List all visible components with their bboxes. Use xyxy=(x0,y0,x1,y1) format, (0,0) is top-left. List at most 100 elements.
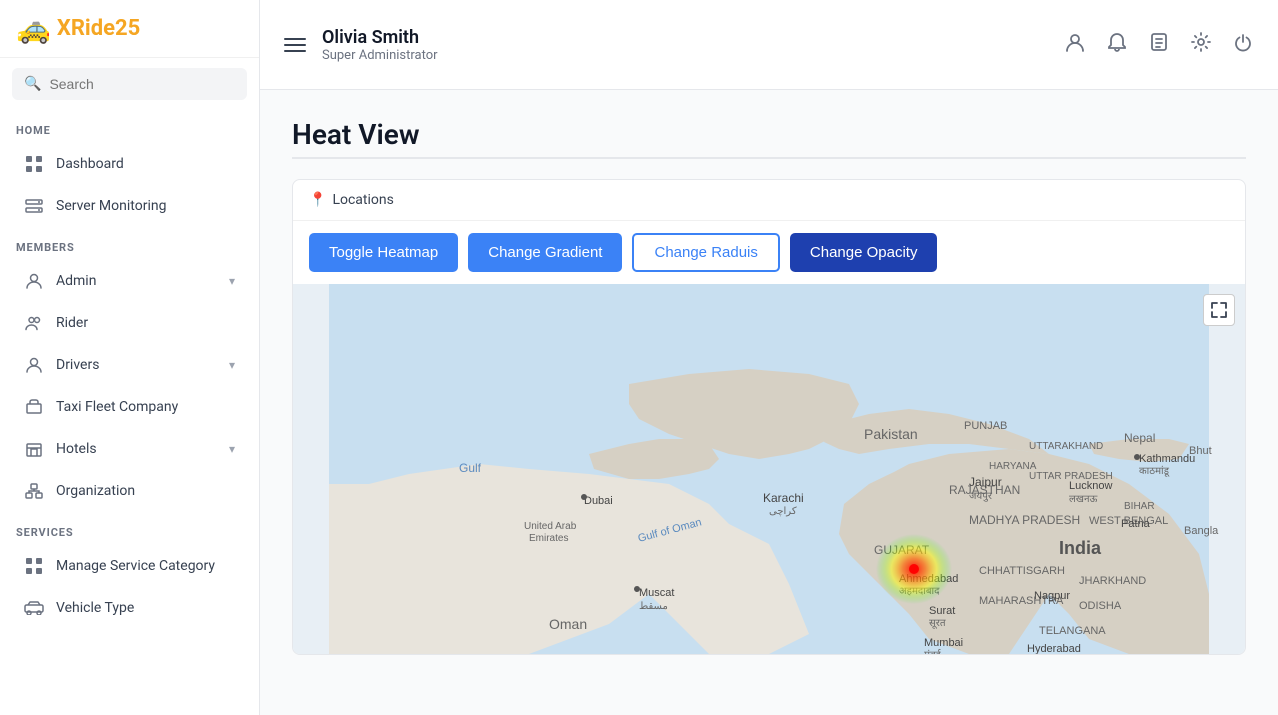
map-view: India MADHYA PRADESH CHHATTISGARH WEST B… xyxy=(293,284,1245,654)
sidebar-item-organization-label: Organization xyxy=(56,483,235,499)
svg-text:United Arab: United Arab xyxy=(524,521,577,532)
page-title-divider xyxy=(292,157,1246,159)
sidebar-item-drivers[interactable]: Drivers ▾ xyxy=(8,345,251,385)
svg-text:UTTARAKHAND: UTTARAKHAND xyxy=(1029,441,1103,452)
map-header: 📍 Locations xyxy=(293,180,1245,221)
svg-text:Oman: Oman xyxy=(549,616,587,632)
svg-text:ODISHA: ODISHA xyxy=(1079,600,1122,612)
organization-icon xyxy=(24,481,44,501)
page-title: Heat View xyxy=(292,118,1246,151)
search-input[interactable] xyxy=(49,76,235,92)
menu-line-1 xyxy=(284,38,306,40)
sidebar-item-hotels-label: Hotels xyxy=(56,441,217,457)
menu-button[interactable] xyxy=(284,38,306,52)
svg-text:लखनऊ: लखनऊ xyxy=(1069,494,1098,505)
map-container: 📍 Locations Toggle Heatmap Change Gradie… xyxy=(292,179,1246,655)
svg-text:Emirates: Emirates xyxy=(529,533,568,544)
fullscreen-button[interactable] xyxy=(1203,294,1235,326)
sidebar-item-drivers-label: Drivers xyxy=(56,357,217,373)
drivers-chevron-icon: ▾ xyxy=(229,358,235,372)
logo-icon: 🚕 xyxy=(16,12,51,45)
sidebar-item-hotels[interactable]: Hotels ▾ xyxy=(8,429,251,469)
svg-text:Karachi: Karachi xyxy=(763,491,804,505)
logo-text-accent: 25 xyxy=(115,16,140,41)
svg-text:Hyderabad: Hyderabad xyxy=(1027,643,1081,654)
svg-text:کراچی: کراچی xyxy=(769,506,797,517)
svg-text:Gulf: Gulf xyxy=(459,461,482,475)
logo-area: 🚕 XRide25 xyxy=(0,0,259,58)
sidebar-item-manage-service-label: Manage Service Category xyxy=(56,558,235,574)
svg-text:CHHATTISGARH: CHHATTISGARH xyxy=(979,565,1065,577)
svg-text:Nepal: Nepal xyxy=(1124,431,1155,445)
section-members-label: MEMBERS xyxy=(0,227,259,260)
sidebar-item-taxi-fleet-label: Taxi Fleet Company xyxy=(56,399,235,415)
sidebar-item-taxi-fleet[interactable]: Taxi Fleet Company xyxy=(8,387,251,427)
svg-text:Patna: Patna xyxy=(1121,518,1151,530)
svg-text:सूरत: सूरत xyxy=(929,618,946,629)
svg-text:काठमांडू: काठमांडू xyxy=(1139,465,1170,477)
taxi-fleet-icon xyxy=(24,397,44,417)
locations-label: Locations xyxy=(332,192,393,208)
header-actions xyxy=(1064,31,1254,58)
map-svg: India MADHYA PRADESH CHHATTISGARH WEST B… xyxy=(293,284,1245,654)
toggle-heatmap-button[interactable]: Toggle Heatmap xyxy=(309,233,458,272)
manage-service-icon xyxy=(24,556,44,576)
hotels-icon xyxy=(24,439,44,459)
svg-text:PUNJAB: PUNJAB xyxy=(964,420,1007,432)
admin-chevron-icon: ▾ xyxy=(229,274,235,288)
header-user-info: Olivia Smith Super Administrator xyxy=(322,27,1064,63)
sidebar-item-vehicle-type-label: Vehicle Type xyxy=(56,600,235,616)
logo-text: XRide25 xyxy=(57,16,140,41)
svg-text:TELANGANA: TELANGANA xyxy=(1039,625,1106,637)
svg-text:BIHAR: BIHAR xyxy=(1124,501,1155,512)
header: Olivia Smith Super Administrator xyxy=(260,0,1278,90)
sidebar-item-dashboard[interactable]: Dashboard xyxy=(8,144,251,184)
sidebar-item-dashboard-label: Dashboard xyxy=(56,156,235,172)
search-bar[interactable]: 🔍 xyxy=(12,68,247,100)
sidebar-item-server-monitoring-label: Server Monitoring xyxy=(56,198,235,214)
svg-text:Muscat: Muscat xyxy=(639,587,674,599)
change-radius-button[interactable]: Change Raduis xyxy=(632,233,779,272)
svg-text:مسقط: مسقط xyxy=(639,601,668,612)
menu-line-3 xyxy=(284,50,306,52)
section-services-label: SERVICES xyxy=(0,512,259,545)
sidebar-item-server-monitoring[interactable]: Server Monitoring xyxy=(8,186,251,226)
sidebar-item-rider-label: Rider xyxy=(56,315,235,331)
vehicle-type-icon xyxy=(24,598,44,618)
sidebar-item-rider[interactable]: Rider xyxy=(8,303,251,343)
page-content: Heat View 📍 Locations Toggle Heatmap Cha… xyxy=(260,90,1278,715)
svg-text:Kathmandu: Kathmandu xyxy=(1139,453,1195,465)
user-name: Olivia Smith xyxy=(322,27,1064,48)
svg-text:Mumbai: Mumbai xyxy=(924,637,963,649)
sidebar-item-manage-service[interactable]: Manage Service Category xyxy=(8,546,251,586)
location-pin-icon: 📍 xyxy=(309,192,326,208)
server-monitoring-icon xyxy=(24,196,44,216)
sidebar-item-admin[interactable]: Admin ▾ xyxy=(8,261,251,301)
sidebar-item-vehicle-type[interactable]: Vehicle Type xyxy=(8,588,251,628)
svg-text:Surat: Surat xyxy=(929,605,955,617)
svg-text:जयपुर: जयपुर xyxy=(969,491,993,502)
svg-text:India: India xyxy=(1059,538,1102,558)
svg-text:Dubai: Dubai xyxy=(584,495,613,507)
user-role: Super Administrator xyxy=(322,48,1064,63)
drivers-icon xyxy=(24,355,44,375)
menu-line-2 xyxy=(284,44,306,46)
power-icon[interactable] xyxy=(1232,31,1254,58)
rider-icon xyxy=(24,313,44,333)
user-profile-icon[interactable] xyxy=(1064,31,1086,58)
logo-text-plain: XRide xyxy=(57,16,115,41)
sidebar-item-organization[interactable]: Organization xyxy=(8,471,251,511)
settings-icon[interactable] xyxy=(1190,31,1212,58)
admin-icon xyxy=(24,271,44,291)
notes-icon[interactable] xyxy=(1148,31,1170,58)
sidebar-item-admin-label: Admin xyxy=(56,273,217,289)
svg-text:Jaipur: Jaipur xyxy=(969,475,1002,489)
change-opacity-button[interactable]: Change Opacity xyxy=(790,233,938,272)
svg-text:Pakistan: Pakistan xyxy=(864,426,918,442)
svg-text:MADHYA PRADESH: MADHYA PRADESH xyxy=(969,513,1080,527)
svg-text:Lucknow: Lucknow xyxy=(1069,480,1112,492)
change-gradient-button[interactable]: Change Gradient xyxy=(468,233,622,272)
search-icon: 🔍 xyxy=(24,76,41,92)
sidebar: 🚕 XRide25 🔍 HOME Dashboard Server Monito… xyxy=(0,0,260,715)
alert-icon[interactable] xyxy=(1106,31,1128,58)
